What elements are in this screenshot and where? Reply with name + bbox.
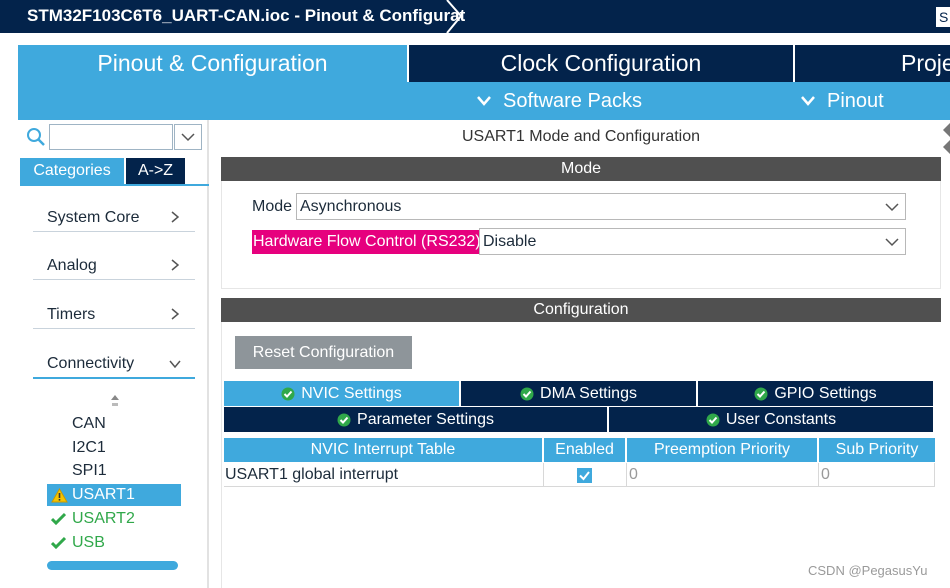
check-circle-icon (706, 413, 720, 427)
interrupt-name-cell: USART1 global interrupt (224, 463, 544, 487)
category-analog[interactable]: Analog (33, 250, 195, 280)
column-header-sub-priority[interactable]: Sub Priority (819, 438, 935, 462)
watermark: CSDN @PegasusYu (808, 563, 928, 578)
column-header-enabled[interactable]: Enabled (544, 438, 625, 462)
mode-label: Mode (252, 198, 293, 215)
software-packs-label: Software Packs (503, 90, 642, 112)
category-label: Connectivity (47, 355, 135, 372)
tab-project-manager[interactable]: Project Manager (795, 45, 950, 82)
check-circle-icon (281, 387, 295, 401)
hardware-flow-control-label: Hardware Flow Control (RS232) (252, 230, 482, 254)
category-tabs: Categories A->Z (20, 158, 209, 186)
peripheral-label: I2C1 (72, 439, 106, 456)
search-input[interactable] (49, 124, 173, 150)
scroll-up-icon[interactable] (110, 394, 120, 408)
peripheral-label: USART1 (72, 486, 135, 503)
peripheral-label: SPI1 (72, 462, 107, 479)
tab-a-to-z[interactable]: A->Z (126, 158, 185, 184)
checkbox-icon[interactable] (577, 468, 592, 483)
title-chevron-icon (446, 0, 463, 33)
configuration-section-header: Configuration (221, 298, 941, 322)
search-dropdown-button[interactable] (174, 124, 202, 150)
pinout-menu[interactable]: Pinout (800, 82, 920, 120)
page-title: USART1 Mode and Configuration (461, 128, 701, 145)
category-label: Timers (47, 306, 96, 323)
sub-toolbar: Software Packs Pinout (18, 82, 950, 120)
peripheral-spi1[interactable]: SPI1 (47, 460, 181, 482)
tab-parameter-settings[interactable]: Parameter Settings (224, 407, 607, 432)
tab-pinout-configuration[interactable]: Pinout & Configuration (18, 45, 407, 82)
column-header-preemption[interactable]: Preemption Priority (627, 438, 817, 462)
mode-select[interactable]: Asynchronous (296, 193, 906, 220)
horizontal-scrollbar[interactable] (47, 561, 178, 570)
pinout-label: Pinout (827, 90, 884, 112)
tab-label: Parameter Settings (357, 411, 494, 428)
enabled-cell (544, 463, 627, 487)
tab-user-constants[interactable]: User Constants (609, 407, 933, 432)
splitter-handle-icon[interactable] (941, 120, 950, 160)
chevron-right-icon (171, 211, 179, 223)
search-icon (27, 128, 45, 146)
category-label: System Core (47, 209, 140, 226)
chevron-down-icon (885, 238, 899, 247)
peripheral-usart1[interactable]: USART1 (47, 484, 181, 506)
chevron-down-icon (801, 96, 815, 106)
peripheral-usart2[interactable]: USART2 (47, 508, 181, 530)
tab-label: User Constants (725, 411, 837, 428)
sub-priority-cell[interactable]: 0 (819, 463, 935, 487)
tab-clock-configuration[interactable]: Clock Configuration (409, 45, 793, 82)
chevron-right-icon (171, 308, 179, 320)
tab-label: GPIO Settings (774, 385, 877, 402)
check-circle-icon (520, 387, 534, 401)
chevron-down-icon (181, 133, 195, 142)
tab-nvic-settings[interactable]: NVIC Settings (224, 381, 459, 406)
peripheral-label: USB (72, 534, 105, 551)
category-connectivity[interactable]: Connectivity (33, 348, 195, 379)
chevron-down-icon (885, 203, 899, 212)
check-circle-icon (754, 387, 768, 401)
chevron-down-icon (169, 360, 181, 368)
software-packs-menu[interactable]: Software Packs (476, 82, 676, 120)
peripheral-can[interactable]: CAN (47, 413, 181, 435)
window-side-button[interactable]: S (936, 7, 950, 27)
chevron-down-icon (477, 96, 491, 106)
mode-value: Asynchronous (300, 198, 402, 215)
reset-configuration-button[interactable]: Reset Configuration (235, 336, 412, 369)
category-timers[interactable]: Timers (33, 299, 195, 329)
check-circle-icon (337, 413, 351, 427)
hardware-flow-control-select[interactable]: Disable (479, 228, 906, 255)
warning-icon (51, 488, 68, 503)
mode-configuration-pane: USART1 Mode and Configuration Mode Mode … (221, 120, 950, 588)
peripheral-label: USART2 (72, 510, 135, 527)
mode-section-header: Mode (221, 157, 941, 181)
tab-gpio-settings[interactable]: GPIO Settings (698, 381, 933, 406)
tab-dma-settings[interactable]: DMA Settings (461, 381, 696, 406)
window-title: STM32F103C6T6_UART-CAN.ioc - Pinout & Co… (27, 6, 465, 25)
chevron-right-icon (171, 259, 179, 271)
preemption-priority-cell[interactable]: 0 (627, 463, 819, 487)
hardware-flow-control-value: Disable (483, 233, 537, 250)
column-header-interrupt[interactable]: NVIC Interrupt Table (224, 438, 542, 462)
checkmark-icon (51, 512, 66, 525)
peripheral-label: CAN (72, 415, 106, 432)
checkmark-icon (51, 536, 66, 549)
tab-categories[interactable]: Categories (20, 158, 124, 184)
main-tab-strip: Pinout & Configuration Clock Configurati… (0, 33, 950, 82)
categories-pane: Categories A->Z System Core Analog Timer… (18, 120, 209, 588)
peripheral-i2c1[interactable]: I2C1 (47, 437, 181, 459)
title-bar: STM32F103C6T6_UART-CAN.ioc - Pinout & Co… (0, 0, 950, 33)
peripheral-usb[interactable]: USB (47, 532, 181, 554)
category-system-core[interactable]: System Core (33, 202, 195, 232)
category-label: Analog (47, 257, 97, 274)
tab-label: NVIC Settings (301, 385, 402, 402)
tab-label: DMA Settings (540, 385, 637, 402)
